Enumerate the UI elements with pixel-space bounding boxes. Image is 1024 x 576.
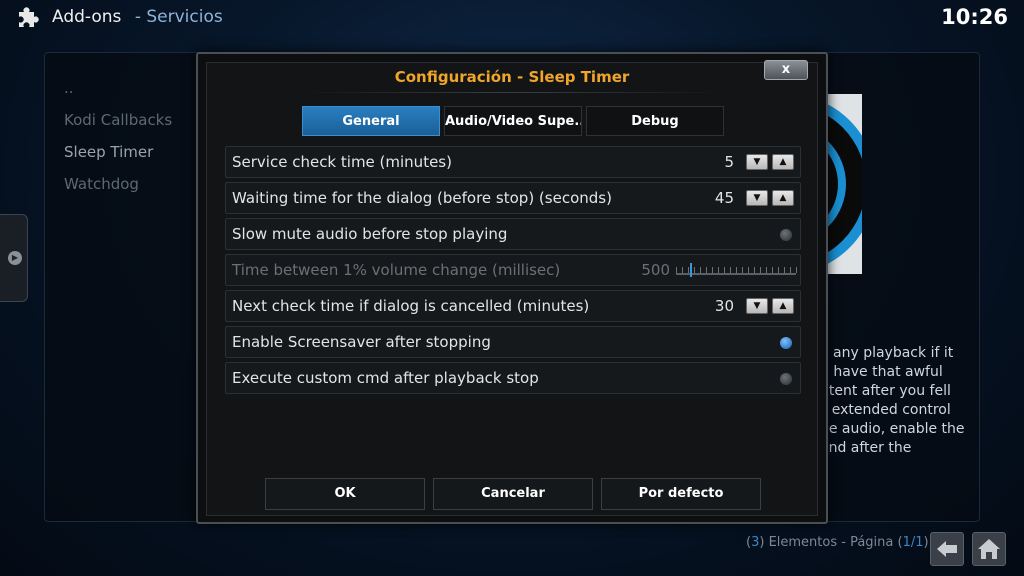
setting-next-check-time[interactable]: Next check time if dialog is cancelled (… (225, 290, 801, 322)
increment-button[interactable]: ▲ (772, 154, 794, 170)
home-icon (978, 539, 1000, 559)
setting-label: Enable Screensaver after stopping (232, 333, 491, 351)
description-line: o any playback if it (820, 345, 954, 361)
setting-label: Execute custom cmd after playback stop (232, 369, 539, 387)
slider-tick (706, 267, 707, 273)
slider-tick (676, 267, 677, 273)
description-line: ntent after you fell (820, 383, 951, 399)
slider-tick (760, 267, 761, 273)
setting-label: Next check time if dialog is cancelled (… (232, 297, 590, 315)
slider-tick (688, 267, 689, 273)
count-close: ) (923, 535, 929, 550)
list-item[interactable]: Sleep Timer (64, 136, 172, 168)
slider-knob (690, 263, 692, 277)
description-line: u have that awful (820, 364, 943, 380)
increment-button[interactable]: ▲ (772, 190, 794, 206)
breadcrumb-subsection: - Servicios (134, 7, 223, 27)
default-button[interactable]: Por defecto (601, 478, 761, 510)
slider-tick (772, 267, 773, 273)
tab-general[interactable]: General (302, 106, 440, 136)
list-item[interactable]: Watchdog (64, 168, 172, 200)
count-suffix: ) Elementos - Página ( (759, 535, 903, 550)
top-bar: Add-ons - Servicios 10:26 (0, 0, 1024, 36)
setting-label: Slow mute audio before stop playing (232, 225, 508, 243)
decrement-button[interactable]: ▼ (746, 298, 768, 314)
slider-tick (796, 267, 797, 273)
slider-tick (724, 267, 725, 273)
side-menu-tab[interactable]: ▶ (0, 214, 28, 302)
setting-execute-custom-cmd[interactable]: Execute custom cmd after playback stop (225, 362, 801, 394)
home-button[interactable] (972, 532, 1006, 566)
addon-list: .. Kodi Callbacks Sleep Timer Watchdog (64, 72, 172, 200)
setting-service-check-time[interactable]: Service check time (minutes) 5 ▼ ▲ (225, 146, 801, 178)
slider-tick (694, 267, 695, 273)
ok-button[interactable]: OK (265, 478, 425, 510)
slider-tick (730, 267, 731, 273)
setting-label: Service check time (minutes) (232, 153, 452, 171)
setting-enable-screensaver[interactable]: Enable Screensaver after stopping (225, 326, 801, 358)
slider-tick (736, 267, 737, 273)
description-line: he audio, enable the (820, 421, 965, 437)
back-button[interactable] (930, 532, 964, 566)
slider-tick (790, 267, 791, 273)
puzzle-icon (19, 7, 39, 27)
close-button[interactable]: x (764, 60, 808, 80)
clock: 10:26 (941, 5, 1008, 29)
volume-slider (676, 261, 797, 279)
slider-tick (766, 267, 767, 273)
slider-tick (718, 267, 719, 273)
slider-tick (778, 267, 779, 273)
breadcrumb: Add-ons - Servicios (52, 7, 223, 27)
setting-volume-change-time: Time between 1% volume change (millisec)… (225, 254, 801, 286)
description-line: s extended control (820, 402, 951, 418)
decrement-button[interactable]: ▼ (746, 154, 768, 170)
setting-label: Waiting time for the dialog (before stop… (232, 189, 612, 207)
description-line: and after the (820, 440, 912, 456)
setting-value: 5 (724, 153, 734, 171)
increment-button[interactable]: ▲ (772, 298, 794, 314)
setting-label: Time between 1% volume change (millisec) (232, 261, 561, 279)
back-arrow-icon (937, 541, 957, 557)
slider-tick (784, 267, 785, 273)
addon-description: o any playback if it u have that awful n… (820, 344, 980, 458)
setting-value: 30 (714, 297, 734, 315)
list-item[interactable]: Kodi Callbacks (64, 104, 172, 136)
slider-tick (700, 267, 701, 273)
slider-tick (682, 267, 683, 273)
chevron-right-icon: ▶ (8, 251, 22, 265)
toggle-on-indicator[interactable] (780, 337, 792, 349)
toggle-off-indicator[interactable] (780, 229, 792, 241)
dialog-title: Configuración - Sleep Timer (394, 68, 630, 86)
setting-slow-mute[interactable]: Slow mute audio before stop playing (225, 218, 801, 250)
cancel-button[interactable]: Cancelar (433, 478, 593, 510)
slider-tick (742, 267, 743, 273)
item-count: (3) Elementos - Página (1/1) (746, 535, 929, 550)
breadcrumb-section: Add-ons (52, 7, 122, 27)
tab-audio-video[interactable]: Audio/Video Supe... (444, 106, 582, 136)
decrement-button[interactable]: ▼ (746, 190, 768, 206)
toggle-off-indicator[interactable] (780, 373, 792, 385)
tab-debug[interactable]: Debug (586, 106, 724, 136)
setting-value: 500 (641, 261, 670, 279)
title-divider (298, 92, 726, 93)
slider-tick (754, 267, 755, 273)
slider-tick (712, 267, 713, 273)
setting-waiting-time[interactable]: Waiting time for the dialog (before stop… (225, 182, 801, 214)
settings-dialog: Configuración - Sleep Timer x General Au… (196, 52, 828, 524)
addon-thumbnail (826, 94, 862, 274)
list-item[interactable]: .. (64, 72, 172, 104)
setting-value: 45 (714, 189, 734, 207)
slider-tick (748, 267, 749, 273)
page-value: 1/1 (902, 535, 924, 550)
